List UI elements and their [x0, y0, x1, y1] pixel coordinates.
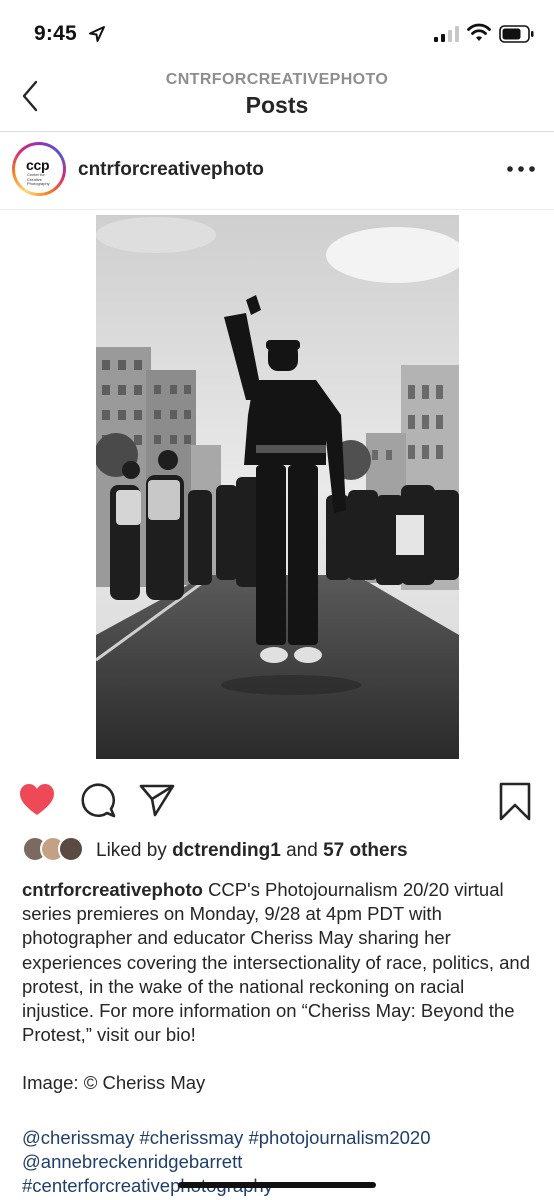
wifi-icon	[467, 23, 491, 41]
photo-credit: Image: © Cheriss May	[22, 1072, 206, 1093]
share-icon[interactable]	[138, 782, 176, 818]
post-photo[interactable]	[96, 215, 459, 759]
post-caption: cntrforcreativephoto CCP's Photojournali…	[22, 878, 534, 1047]
battery-icon	[499, 25, 534, 43]
avatar-image: ccp Center for Creative Photography	[15, 145, 63, 193]
liker-avatars	[22, 836, 92, 864]
likes-row[interactable]: Liked by dctrending1 and 57 others	[22, 836, 542, 866]
location-arrow-icon	[89, 26, 105, 42]
page-title: Posts	[245, 92, 309, 118]
likes-conjunction: and	[286, 840, 318, 861]
status-time: 9:45	[34, 22, 77, 45]
heart-icon[interactable]	[18, 782, 56, 818]
likes-prefix: Liked by	[96, 840, 167, 861]
liker-avatar	[58, 836, 84, 862]
status-bar: 9:45	[0, 0, 554, 66]
likes-others[interactable]: 57 others	[323, 840, 407, 861]
avatar[interactable]: ccp Center for Creative Photography	[12, 142, 66, 196]
post-header: ccp Center for Creative Photography cntr…	[0, 132, 554, 210]
tag-link[interactable]: @annebreckenridgebarrett	[22, 1151, 242, 1172]
tag-link[interactable]: #photojournalism2020	[248, 1127, 430, 1148]
avatar-logo-subtext: Center for Creative Photography	[27, 172, 50, 186]
nav-account-name: CNTRFORCREATIVEPHOTO	[165, 71, 389, 88]
tag-link[interactable]: #cherissmay	[139, 1127, 243, 1148]
post-actions	[0, 778, 554, 822]
bookmark-icon[interactable]	[498, 782, 532, 822]
comment-icon[interactable]	[80, 782, 116, 818]
likes-text: Liked by dctrending1 and 57 others	[96, 840, 408, 862]
likes-first-user[interactable]: dctrending1	[172, 840, 281, 861]
nav-header: CNTRFORCREATIVEPHOTO Posts	[0, 66, 554, 132]
more-horizontal-icon[interactable]	[505, 162, 537, 176]
avatar-logo-text: ccp	[26, 157, 50, 173]
caption-author[interactable]: cntrforcreativephoto	[22, 879, 203, 900]
post-username[interactable]: cntrforcreativephoto	[78, 159, 264, 181]
signal-icon	[434, 26, 459, 42]
caption-text: CCP's Photojournalism 20/20 virtual seri…	[22, 879, 530, 1046]
tag-link[interactable]: @cherissmay	[22, 1127, 134, 1148]
home-indicator[interactable]	[178, 1182, 376, 1188]
